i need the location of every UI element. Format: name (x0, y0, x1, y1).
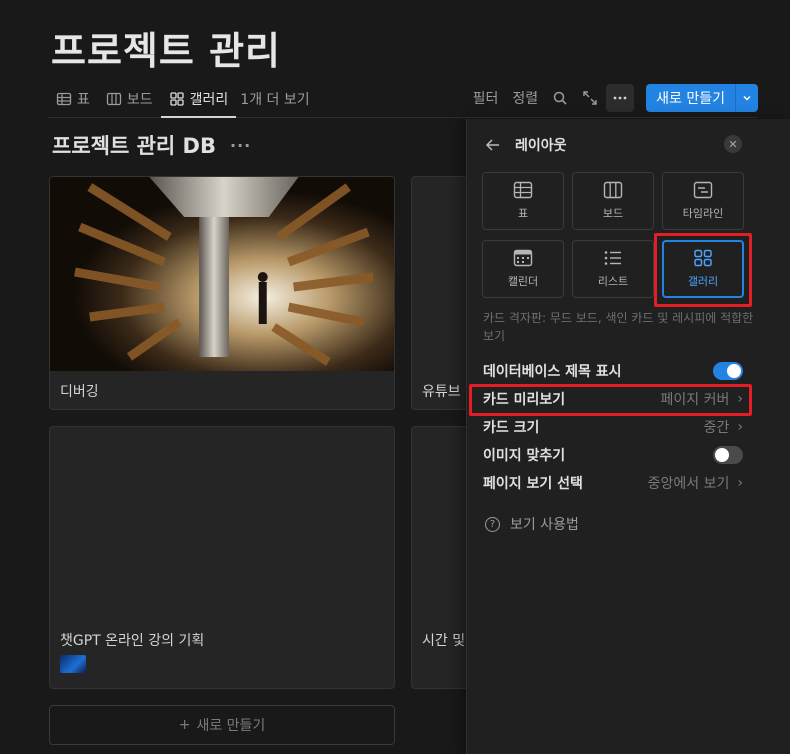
plus-icon: + (178, 717, 191, 733)
option-value: 중간 › (704, 417, 743, 437)
open-pages-in-value: 중앙에서 보기 (647, 476, 730, 492)
layout-option-table[interactable]: 표 (482, 172, 564, 230)
fit-image-toggle[interactable] (713, 446, 743, 464)
tab-board[interactable]: 보드 (98, 82, 161, 116)
layout-option-label: 타임라인 (682, 207, 724, 220)
chevron-right-icon: › (737, 391, 743, 407)
show-database-title-toggle[interactable] (713, 362, 743, 380)
toggle-knob (715, 448, 729, 462)
tab-table-label: 표 (77, 92, 90, 108)
chevron-right-icon: › (737, 419, 743, 435)
toggle-knob (727, 364, 741, 378)
gallery-card[interactable]: 챗GPT 온라인 강의 기획 (49, 426, 395, 689)
calendar-icon (513, 249, 533, 267)
layout-option-timeline[interactable]: 타임라인 (662, 172, 744, 230)
card-title: 유튜브 (422, 384, 461, 400)
more-views-button[interactable]: 1개 더 보기 (236, 82, 317, 116)
help-label: 보기 사용법 (510, 517, 579, 533)
card-title: 디버깅 (60, 384, 99, 400)
chevron-right-icon: › (737, 475, 743, 491)
layout-option-label: 갤러리 (687, 275, 719, 288)
panel-header: 레이아웃 (485, 135, 567, 155)
search-button[interactable] (546, 84, 574, 112)
timeline-icon (693, 181, 713, 199)
layout-option-label: 보드 (602, 207, 624, 220)
board-icon (603, 181, 623, 199)
table-icon (56, 92, 72, 106)
option-label: 이미지 맞추기 (483, 448, 566, 464)
view-tools: 필터 정렬 새로 만들기 (467, 84, 758, 112)
list-icon (604, 251, 621, 265)
layout-option-label: 캘린더 (507, 275, 539, 288)
add-new-card-button[interactable]: + 새로 만들기 (49, 705, 395, 745)
table-icon (513, 181, 533, 199)
layout-option-label: 표 (517, 207, 529, 220)
tab-gallery-label: 갤러리 (189, 92, 229, 108)
card-size-row[interactable]: 카드 크기 중간 › (483, 415, 743, 439)
help-link[interactable]: ? 보기 사용법 (485, 514, 579, 534)
board-icon (106, 92, 122, 106)
card-preview-value: 페이지 커버 (660, 392, 730, 408)
database-more-button[interactable]: ··· (230, 136, 251, 155)
database-title: 프로젝트 관리 DB ··· (52, 130, 251, 160)
expand-button[interactable] (576, 84, 604, 112)
more-icon (613, 96, 627, 100)
close-icon: ✕ (728, 137, 738, 151)
help-icon: ? (485, 516, 500, 532)
option-label: 카드 미리보기 (483, 392, 566, 408)
database-title-text: 프로젝트 관리 DB (52, 134, 216, 158)
add-new-card-label: 새로 만들기 (196, 718, 266, 734)
option-label: 데이터베이스 제목 표시 (483, 364, 622, 380)
sort-button[interactable]: 정렬 (506, 84, 544, 112)
layout-option-gallery[interactable]: 갤러리 (662, 240, 744, 298)
page-title: 프로젝트 관리 (51, 29, 281, 73)
panel-title: 레이아웃 (515, 138, 567, 154)
layout-option-calendar[interactable]: 캘린더 (482, 240, 564, 298)
gallery-card[interactable]: 디버깅 (49, 176, 395, 410)
layout-option-board[interactable]: 보드 (572, 172, 654, 230)
layout-option-list[interactable]: 리스트 (572, 240, 654, 298)
option-value: 중앙에서 보기 › (648, 473, 743, 493)
expand-icon (583, 91, 597, 105)
close-button[interactable]: ✕ (724, 135, 742, 153)
card-thumbnail (60, 655, 86, 673)
card-size-value: 중간 (703, 420, 730, 436)
option-label: 페이지 보기 선택 (483, 476, 583, 492)
search-icon (553, 91, 567, 105)
option-value: 페이지 커버 › (661, 389, 743, 409)
view-tabs: 표 보드 갤러리 1개 더 보기 (48, 82, 318, 118)
layout-panel: 레이아웃 ✕ 표 보드 타임라인 캘린더 리스트 갤러리 카드 격자판: 무드 … (466, 119, 790, 754)
filter-button[interactable]: 필터 (467, 84, 505, 112)
tab-gallery[interactable]: 갤러리 (160, 82, 237, 118)
tab-board-label: 보드 (126, 92, 153, 108)
option-label: 카드 크기 (483, 420, 540, 436)
card-title: 시간 및 (422, 633, 466, 649)
view-bar: 표 보드 갤러리 1개 더 보기 필터 정렬 새로 만들기 (48, 82, 758, 118)
new-button[interactable]: 새로 만들기 (646, 84, 758, 112)
new-button-label[interactable]: 새로 만들기 (646, 84, 736, 112)
tab-table[interactable]: 표 (48, 82, 98, 116)
gallery-icon (694, 249, 712, 267)
chevron-down-icon (743, 95, 751, 101)
layout-option-label: 리스트 (597, 275, 629, 288)
more-options-button[interactable] (606, 84, 635, 112)
layout-description: 카드 격자판: 무드 보드, 색인 카드 및 레시피에 적합한 보기 (483, 311, 754, 343)
card-cover-image (50, 177, 394, 371)
card-preview-row[interactable]: 카드 미리보기 페이지 커버 › (483, 387, 743, 411)
gallery-icon (170, 92, 184, 106)
new-dropdown-button[interactable] (736, 84, 758, 112)
fit-image-row[interactable]: 이미지 맞추기 (483, 443, 743, 467)
open-pages-in-row[interactable]: 페이지 보기 선택 중앙에서 보기 › (483, 471, 743, 495)
show-database-title-row[interactable]: 데이터베이스 제목 표시 (483, 359, 743, 383)
card-title: 챗GPT 온라인 강의 기획 (60, 633, 205, 649)
arrow-left-icon[interactable] (485, 138, 501, 152)
